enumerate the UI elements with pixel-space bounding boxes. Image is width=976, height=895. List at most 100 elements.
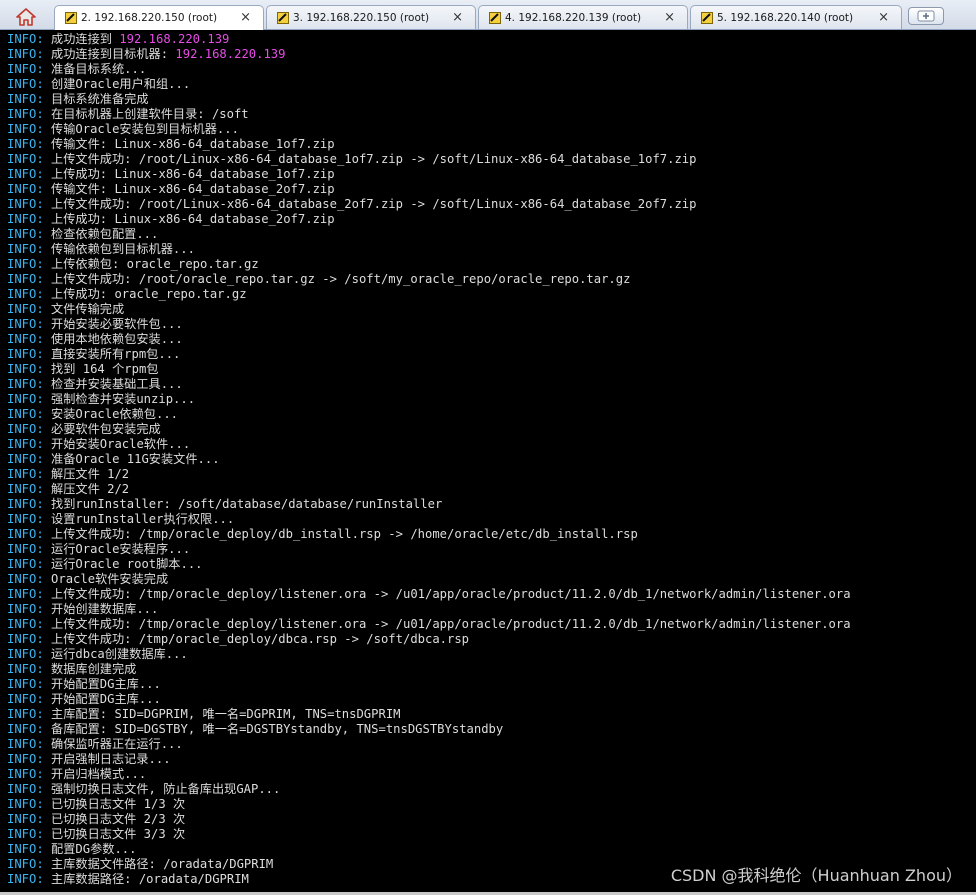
terminal-line: INFO: 上传成功: oracle_repo.tar.gz xyxy=(7,287,976,302)
terminal-line: INFO: 已切换日志文件 3/3 次 xyxy=(7,827,976,842)
log-level-label: INFO: xyxy=(7,452,44,466)
log-message: 强制检查并安装unzip... xyxy=(51,392,196,406)
terminal-line: INFO: 备库配置: SID=DGSTBY, 唯一名=DGSTBYstandb… xyxy=(7,722,976,737)
log-message: 上传文件成功: /root/oracle_repo.tar.gz -> /sof… xyxy=(51,272,631,286)
tab-session-5[interactable]: 5. 192.168.220.140 (root) × xyxy=(690,5,902,29)
log-message: 数据库创建完成 xyxy=(51,662,137,676)
terminal-line: INFO: 解压文件 1/2 xyxy=(7,467,976,482)
terminal-line: INFO: 上传成功: Linux-x86-64_database_1of7.z… xyxy=(7,167,976,182)
highlighted-ip: 192.168.220.139 xyxy=(175,47,286,61)
terminal-line: INFO: 上传成功: Linux-x86-64_database_2of7.z… xyxy=(7,212,976,227)
log-level-label: INFO: xyxy=(7,317,44,331)
log-level-label: INFO: xyxy=(7,392,44,406)
tab-session-4[interactable]: 4. 192.168.220.139 (root) × xyxy=(478,5,688,29)
log-level-label: INFO: xyxy=(7,422,44,436)
log-level-label: INFO: xyxy=(7,407,44,421)
terminal-line: INFO: 成功连接到目标机器: 192.168.220.139 xyxy=(7,47,976,62)
terminal-line: INFO: 上传依赖包: oracle_repo.tar.gz xyxy=(7,257,976,272)
log-level-label: INFO: xyxy=(7,527,44,541)
log-message: 运行dbca创建数据库... xyxy=(51,647,188,661)
log-message: 开始安装必要软件包... xyxy=(51,317,183,331)
tab-session-3[interactable]: 3. 192.168.220.150 (root) × xyxy=(266,5,476,29)
close-icon[interactable]: × xyxy=(452,10,463,25)
log-level-label: INFO: xyxy=(7,842,44,856)
log-message: 已切换日志文件 3/3 次 xyxy=(51,827,186,841)
tab-label: 5. 192.168.220.140 (root) xyxy=(717,11,854,24)
terminal-line: INFO: 上传文件成功: /tmp/oracle_deploy/listene… xyxy=(7,587,976,602)
log-message: 传输依赖包到目标机器... xyxy=(51,242,195,256)
tab-bar: 2. 192.168.220.150 (root) × 3. 192.168.2… xyxy=(0,0,976,30)
terminal-line: INFO: Oracle软件安装完成 xyxy=(7,572,976,587)
terminal-line: INFO: 上传文件成功: /tmp/oracle_deploy/db_inst… xyxy=(7,527,976,542)
log-level-label: INFO: xyxy=(7,32,44,46)
terminal-line: INFO: 确保监听器正在运行... xyxy=(7,737,976,752)
terminal-session-icon xyxy=(701,11,713,24)
log-message: 开启归档模式... xyxy=(51,767,147,781)
terminal-line: INFO: 开始创建数据库... xyxy=(7,602,976,617)
log-message: 成功连接到 xyxy=(51,32,120,46)
log-level-label: INFO: xyxy=(7,857,44,871)
terminal-output[interactable]: INFO: 成功连接到 192.168.220.139 INFO: 成功连接到目标… xyxy=(0,30,976,895)
log-level-label: INFO: xyxy=(7,332,44,346)
log-level-label: INFO: xyxy=(7,167,44,181)
log-message: 直接安装所有rpm包... xyxy=(51,347,181,361)
terminal-line: INFO: 找到 164 个rpm包 xyxy=(7,362,976,377)
log-level-label: INFO: xyxy=(7,77,44,91)
terminal-line: INFO: 传输Oracle安装包到目标机器... xyxy=(7,122,976,137)
log-level-label: INFO: xyxy=(7,512,44,526)
tab-session-2[interactable]: 2. 192.168.220.150 (root) × xyxy=(54,5,264,30)
log-level-label: INFO: xyxy=(7,137,44,151)
log-message: 设置runInstaller执行权限... xyxy=(51,512,235,526)
log-message: 配置DG参数... xyxy=(51,842,137,856)
log-level-label: INFO: xyxy=(7,722,44,736)
log-level-label: INFO: xyxy=(7,602,44,616)
log-level-label: INFO: xyxy=(7,257,44,271)
log-message: 上传文件成功: /tmp/oracle_deploy/listener.ora … xyxy=(51,587,851,601)
log-level-label: INFO: xyxy=(7,497,44,511)
terminal-line: INFO: 运行dbca创建数据库... xyxy=(7,647,976,662)
terminal-line: INFO: 上传文件成功: /root/Linux-x86-64_databas… xyxy=(7,197,976,212)
terminal-line: INFO: 上传文件成功: /tmp/oracle_deploy/dbca.rs… xyxy=(7,632,976,647)
log-level-label: INFO: xyxy=(7,647,44,661)
home-icon xyxy=(16,8,36,26)
log-message: 上传文件成功: /tmp/oracle_deploy/listener.ora … xyxy=(51,617,851,631)
log-level-label: INFO: xyxy=(7,242,44,256)
log-level-label: INFO: xyxy=(7,482,44,496)
log-level-label: INFO: xyxy=(7,212,44,226)
new-tab-button[interactable] xyxy=(908,7,944,25)
log-message: 成功连接到目标机器: xyxy=(51,47,176,61)
log-level-label: INFO: xyxy=(7,227,44,241)
close-icon[interactable]: × xyxy=(878,10,889,25)
log-message: 上传成功: oracle_repo.tar.gz xyxy=(51,287,247,301)
terminal-line: INFO: 运行Oracle安装程序... xyxy=(7,542,976,557)
log-message: 开启强制日志记录... xyxy=(51,752,171,766)
home-tab[interactable] xyxy=(4,5,48,29)
log-level-label: INFO: xyxy=(7,662,44,676)
terminal-line: INFO: 解压文件 2/2 xyxy=(7,482,976,497)
log-level-label: INFO: xyxy=(7,782,44,796)
log-level-label: INFO: xyxy=(7,377,44,391)
log-level-label: INFO: xyxy=(7,542,44,556)
tab-label: 4. 192.168.220.139 (root) xyxy=(505,11,642,24)
terminal-line: INFO: 使用本地依赖包安装... xyxy=(7,332,976,347)
log-message: 主库数据路径: /oradata/DGPRIM xyxy=(51,872,249,886)
terminal-line: INFO: 在目标机器上创建软件目录: /soft xyxy=(7,107,976,122)
close-icon[interactable]: × xyxy=(664,10,675,25)
log-message: 上传成功: Linux-x86-64_database_1of7.zip xyxy=(51,167,335,181)
log-message: 解压文件 1/2 xyxy=(51,467,130,481)
close-icon[interactable]: × xyxy=(240,10,251,25)
log-message: 主库配置: SID=DGPRIM, 唯一名=DGPRIM, TNS=tnsDGP… xyxy=(51,707,401,721)
terminal-line: INFO: 强制检查并安装unzip... xyxy=(7,392,976,407)
log-level-label: INFO: xyxy=(7,692,44,706)
log-level-label: INFO: xyxy=(7,62,44,76)
terminal-line: INFO: 上传文件成功: /tmp/oracle_deploy/listene… xyxy=(7,617,976,632)
log-message: 备库配置: SID=DGSTBY, 唯一名=DGSTBYstandby, TNS… xyxy=(51,722,504,736)
terminal-line: INFO: 直接安装所有rpm包... xyxy=(7,347,976,362)
log-level-label: INFO: xyxy=(7,797,44,811)
log-message: 检查并安装基础工具... xyxy=(51,377,183,391)
terminal-line: INFO: 找到runInstaller: /soft/database/dat… xyxy=(7,497,976,512)
log-level-label: INFO: xyxy=(7,872,44,886)
terminal-line: INFO: 已切换日志文件 1/3 次 xyxy=(7,797,976,812)
log-level-label: INFO: xyxy=(7,182,44,196)
log-level-label: INFO: xyxy=(7,767,44,781)
